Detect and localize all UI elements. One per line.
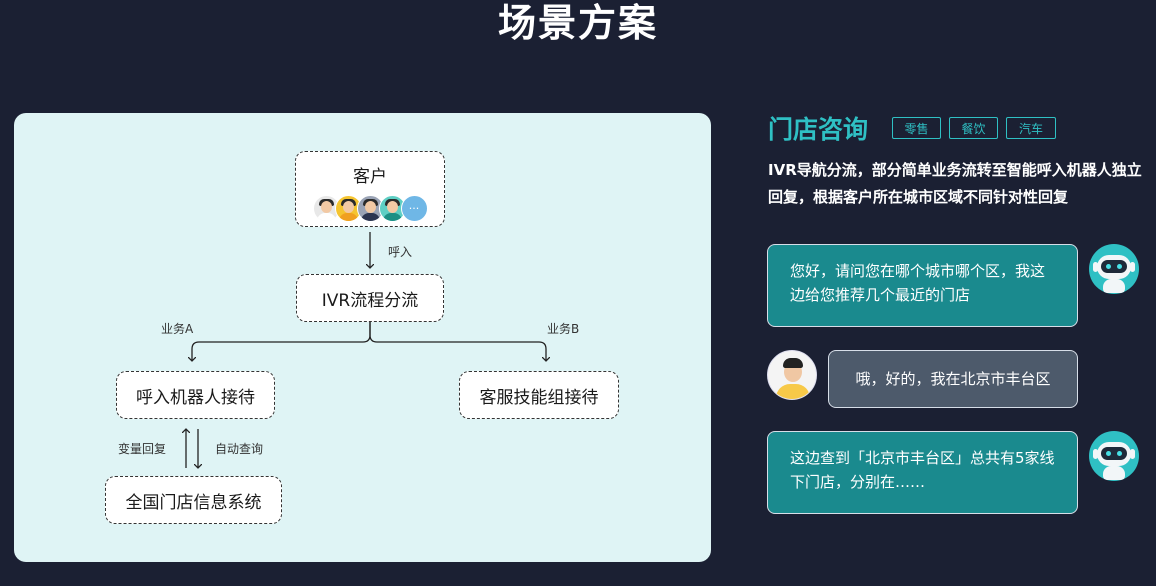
branch-b-label: 业务B [547,322,580,336]
branch-a-label: 业务A [161,322,194,336]
user-message: 哦，好的，我在北京市丰台区 [828,350,1078,408]
agent-group-node: 客服技能组接待 [459,371,619,419]
scenario-description: IVR导航分流，部分简单业务流转至智能呼入机器人独立回复，根据客户所在城市区域不… [768,161,1142,206]
user-avatar [767,350,817,400]
page-title: 场景方案 [497,1,658,45]
tag-dining: 餐饮 [949,117,998,139]
robot-reception-node: 呼入机器人接待 [116,371,275,419]
user-message-text: 哦，好的，我在北京市丰台区 [855,370,1051,388]
call-label: 呼入 [388,245,413,259]
tag-automotive: 汽车 [1006,117,1056,139]
variable-reply-label: 变量回复 [118,442,167,456]
customer-label: 客户 [353,167,387,187]
customer-avatars: ··· [312,195,428,222]
more-customers-icon: ··· [400,195,428,222]
bot-message: 您好，请问您在哪个城市哪个区，我这边给您推荐几个最近的门店 [767,244,1078,327]
tag-retail: 零售 [892,117,941,139]
store-system-node: 全国门店信息系统 [105,476,282,524]
scenario-title: 门店咨询 [768,115,869,144]
robot-avatar-icon [1089,431,1139,481]
bot-message-text: 您好，请问您在哪个城市哪个区，我这边给您推荐几个最近的门店 [790,262,1046,304]
arrow-ivr-to-robot [192,322,371,361]
robot-avatar-icon [1089,244,1139,294]
customer-node: 客户 ··· [295,151,445,227]
arrow-ivr-to-agent [369,322,546,361]
auto-query-label: 自动查询 [215,442,264,456]
ivr-node: IVR流程分流 [296,274,444,322]
bot-message-text: 这边查到「北京市丰台区」总共有5家线下门店，分别在…… [790,449,1055,491]
bot-message: 这边查到「北京市丰台区」总共有5家线下门店，分别在…… [767,431,1078,514]
flow-diagram-panel: 客户 ··· 呼入 IVR流程分流 业务A 业务B 呼入机器人接待 客服技能组接… [14,113,711,562]
